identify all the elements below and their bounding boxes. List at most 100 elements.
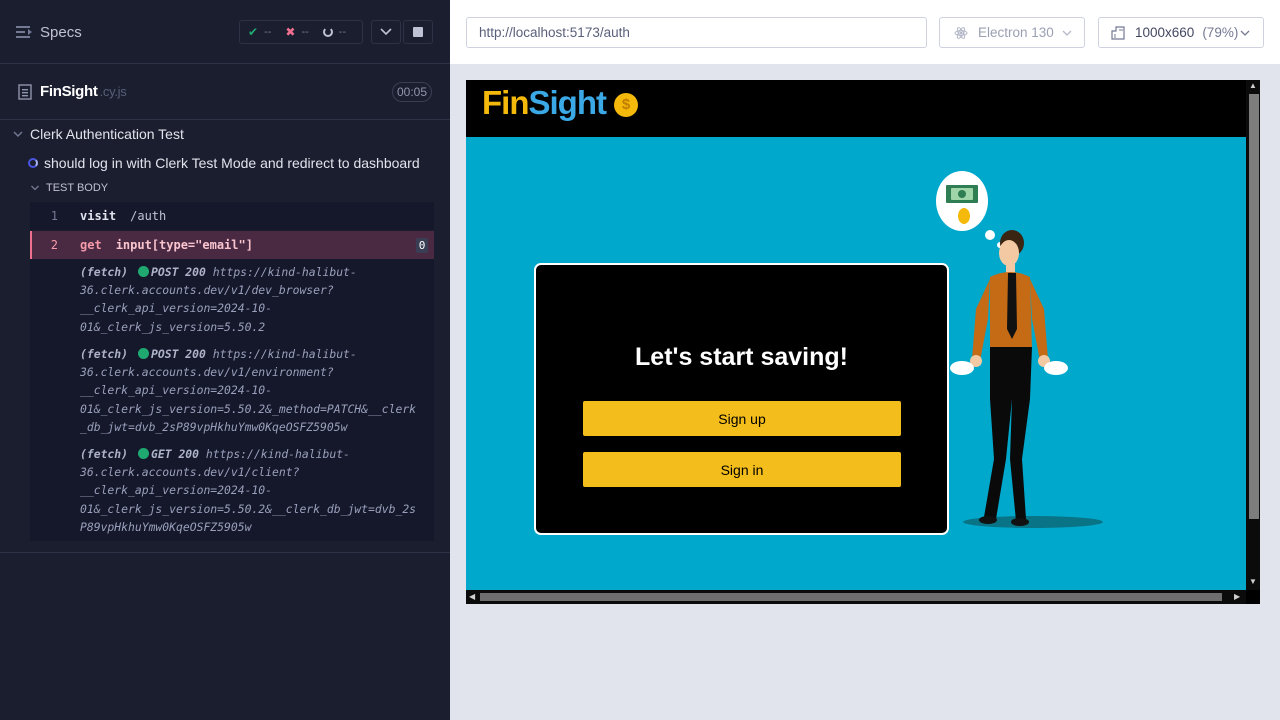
horizontal-scrollbar[interactable]: ◀ ▶ [466, 590, 1246, 604]
command-row-active[interactable]: 2 get input[type="email"] 0 [30, 231, 434, 259]
command-message: input[type="email"] [115, 238, 253, 252]
log-line: 01&_clerk_js_version=5.50.2&__clerk_db_j… [80, 501, 417, 516]
log-line: P89vpHkhuYmw0KqeOSFZ5905w [80, 519, 252, 534]
zoom-level: (79%) [1202, 25, 1239, 40]
ruler-icon [1111, 25, 1125, 40]
finsight-logo[interactable]: FinSight [482, 84, 607, 122]
spec-file-header: FinSight .cy.js 00:05 [0, 64, 450, 120]
pending-stat: -- [322, 26, 347, 38]
log-line: __clerk_api_version=2024-10- [80, 383, 273, 398]
scroll-up-arrow-icon[interactable]: ▲ [1249, 81, 1257, 90]
failed-count: -- [301, 26, 309, 38]
fetch-log-entry[interactable]: (fetch) POST 200 https://kind-halibut- 36… [80, 263, 430, 336]
broke-man-illustration [936, 171, 1103, 528]
app-under-test-frame: FinSight $ Let's start saving! Sign up S… [466, 80, 1260, 604]
chevron-down-icon [13, 131, 23, 137]
fetch-log-entry[interactable]: (fetch) POST 200 https://kind-halibut- 36… [80, 345, 430, 436]
chevron-down-icon [1062, 30, 1072, 36]
logo-fin-text: Fin [482, 84, 529, 121]
sign-up-button[interactable]: Sign up [583, 401, 901, 436]
log-method: POST 200 [151, 265, 206, 279]
suite-label: Clerk Authentication Test [30, 126, 184, 142]
url-field[interactable]: http://localhost:5173/auth [466, 17, 927, 48]
auth-heading: Let's start saving! [635, 343, 848, 371]
log-tag: (fetch) [80, 447, 129, 461]
test-body-header[interactable]: TEST BODY [30, 182, 108, 194]
passed-stat: ✔ -- [248, 25, 271, 39]
document-icon [18, 84, 32, 100]
stop-button[interactable] [403, 20, 433, 44]
dropdown-button[interactable] [371, 20, 401, 44]
log-line: https://kind-halibut- [212, 347, 357, 361]
log-tag: (fetch) [80, 265, 129, 279]
logo-sight-text: Sight [528, 84, 606, 121]
auth-page: Let's start saving! Sign up Sign in [466, 137, 1246, 590]
command-number: 2 [50, 238, 58, 252]
log-line: 36.clerk.accounts.dev/v1/client? [80, 465, 300, 480]
chevron-down-icon [1240, 30, 1250, 36]
log-line: _db_jwt=dvb_2sP89vpHkhuYmw0KqeOSFZ5905w [80, 419, 348, 434]
pending-count: -- [338, 26, 347, 38]
horizontal-scroll-thumb[interactable] [480, 593, 1222, 601]
electron-icon [954, 26, 968, 39]
x-icon: ✖ [285, 25, 296, 39]
log-line: 01&_clerk_js_version=5.50.2 [80, 319, 266, 334]
scroll-left-arrow-icon[interactable]: ◀ [469, 592, 475, 601]
chevron-down-icon [380, 28, 392, 36]
pending-circle-icon [322, 27, 333, 37]
duration-badge: 00:05 [392, 82, 432, 102]
status-dot-icon [138, 348, 150, 359]
element-count-badge: 0 [416, 238, 428, 253]
command-name: get [80, 238, 102, 252]
viewport-selector[interactable]: 1000x660 (79%) [1098, 17, 1264, 48]
scroll-right-arrow-icon[interactable]: ▶ [1234, 592, 1240, 601]
test-stats: ✔ -- ✖ -- -- [239, 20, 363, 44]
command-number: 1 [50, 209, 58, 223]
status-dot-icon [138, 266, 150, 277]
command-message: /auth [130, 209, 167, 223]
log-line: https://kind-halibut- [212, 265, 357, 279]
viewport-size: 1000x660 [1135, 25, 1195, 40]
check-icon: ✔ [248, 25, 259, 39]
fetch-log-list: (fetch) POST 200 https://kind-halibut- 36… [30, 259, 434, 541]
status-dot-icon [138, 448, 150, 459]
vertical-scrollbar[interactable]: ▲ ▼ [1246, 80, 1260, 590]
test-title[interactable]: should log in with Clerk Test Mode and r… [28, 155, 420, 171]
spec-file-ext: .cy.js [99, 84, 127, 99]
command-name: visit [80, 209, 117, 223]
specs-title[interactable]: Specs [40, 24, 82, 41]
log-method: POST 200 [151, 347, 206, 361]
vertical-scroll-thumb[interactable] [1249, 94, 1259, 519]
suite-title[interactable]: Clerk Authentication Test [12, 126, 184, 142]
app-header: FinSight $ [466, 80, 1246, 137]
scroll-down-arrow-icon[interactable]: ▼ [1249, 577, 1257, 586]
browser-toolbar: http://localhost:5173/auth Electron 130 … [450, 0, 1280, 64]
passed-count: -- [264, 26, 272, 38]
cypress-runner-panel: Specs ✔ -- ✖ -- -- FinSight .cy.js 00:05… [0, 0, 450, 720]
preview-panel: http://localhost:5173/auth Electron 130 … [450, 0, 1280, 720]
log-tag: (fetch) [80, 347, 129, 361]
specs-header: Specs ✔ -- ✖ -- -- [0, 0, 450, 64]
spec-file-basename: FinSight [40, 83, 98, 100]
coin-logo-icon: $ [614, 93, 638, 117]
command-row[interactable]: 1 visit /auth [30, 202, 434, 230]
auth-card: Let's start saving! Sign up Sign in [534, 263, 949, 535]
spec-file-name[interactable]: FinSight .cy.js [40, 83, 127, 100]
failed-stat: ✖ -- [285, 25, 308, 39]
test-body-label: TEST BODY [46, 182, 109, 194]
chevron-down-icon [31, 185, 39, 191]
test-label: should log in with Clerk Test Mode and r… [44, 155, 420, 171]
running-spinner-icon [28, 158, 38, 168]
divider [0, 552, 450, 553]
log-line: 36.clerk.accounts.dev/v1/dev_browser? [80, 283, 334, 298]
specs-list-icon[interactable] [16, 24, 34, 40]
stop-icon [413, 27, 423, 37]
fetch-log-entry[interactable]: (fetch) GET 200 https://kind-halibut- 36.… [80, 445, 430, 536]
log-line: __clerk_api_version=2024-10- [80, 301, 273, 316]
log-line: __clerk_api_version=2024-10- [80, 483, 273, 498]
log-line: 36.clerk.accounts.dev/v1/environment? [80, 365, 334, 380]
browser-label: Electron 130 [978, 25, 1054, 40]
sign-in-button[interactable]: Sign in [583, 452, 901, 487]
browser-selector[interactable]: Electron 130 [939, 17, 1085, 48]
log-line: https://kind-halibut- [205, 447, 350, 461]
